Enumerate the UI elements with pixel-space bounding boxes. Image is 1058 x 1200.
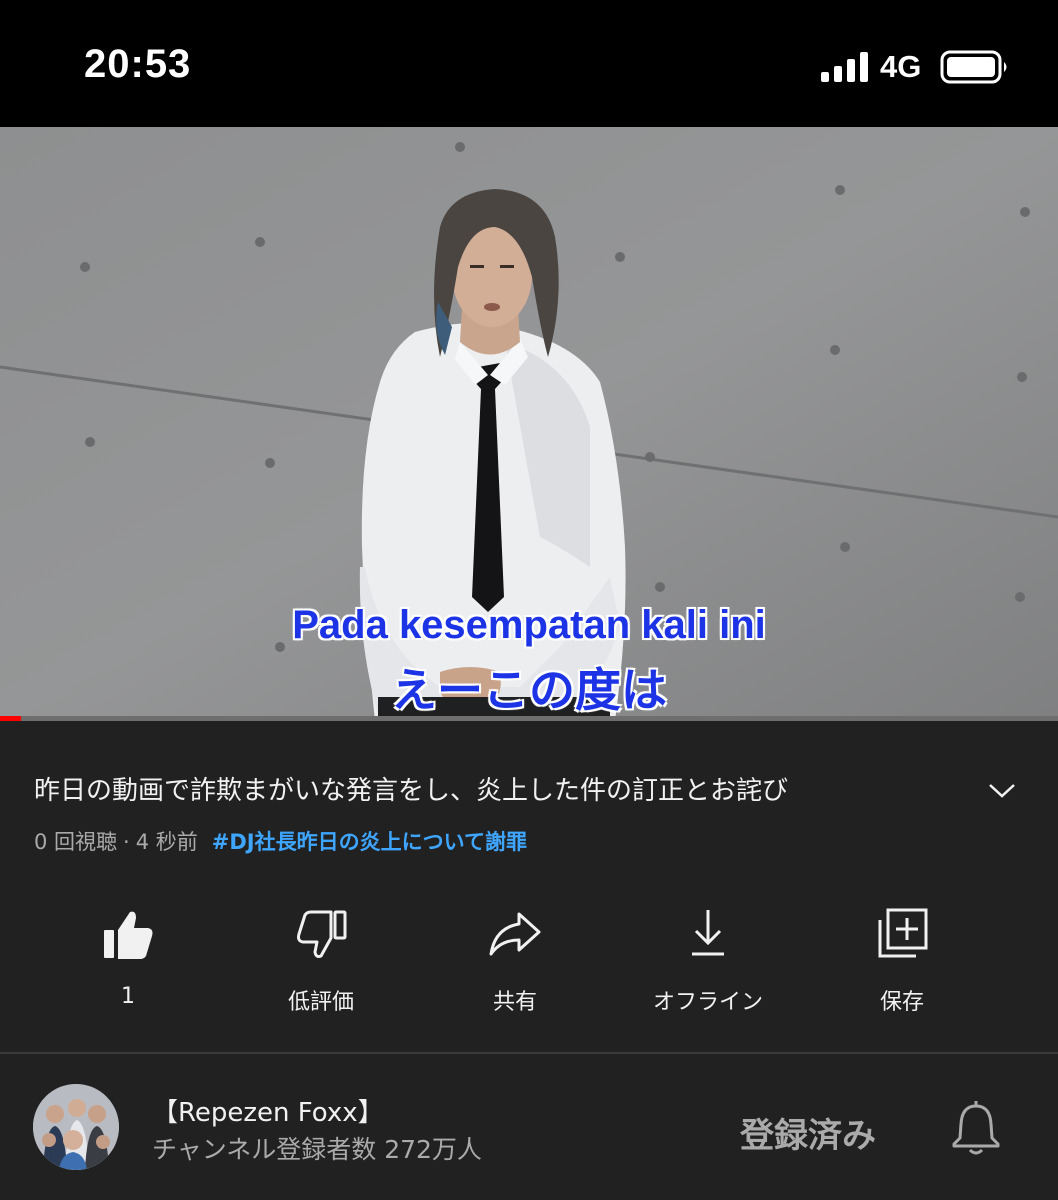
battery-icon <box>940 50 1007 84</box>
like-count: 1 <box>121 984 135 1009</box>
hashtag-link[interactable]: #DJ社長昨日の炎上について謝罪 <box>212 830 527 854</box>
subscriber-count: チャンネル登録者数 272万人 <box>152 1135 482 1164</box>
share-button[interactable]: 共有 <box>425 900 605 1020</box>
like-button[interactable]: 1 <box>38 900 218 1020</box>
meta-separator: · <box>123 830 130 854</box>
status-time: 20:53 <box>84 42 192 86</box>
video-metadata: 0 回視聴 · 4 秒前 #DJ社長昨日の炎上について謝罪 <box>34 826 533 856</box>
signal-icon <box>821 52 868 82</box>
action-bar: 1 低評価 共有 オフライン 保存 <box>0 900 1058 1020</box>
avatar-image <box>33 1084 119 1170</box>
upload-age: 4 秒前 <box>135 830 198 854</box>
video-title[interactable]: 昨日の動画で詐欺まがいな発言をし、炎上した件の訂正とお詫び <box>34 770 934 807</box>
download-button[interactable]: オフライン <box>618 900 798 1020</box>
video-player[interactable]: Pada kesempatan kali ini えーこの度は <box>0 127 1058 721</box>
progress-bar[interactable] <box>0 716 1058 721</box>
save-button[interactable]: 保存 <box>812 900 992 1020</box>
progress-fill <box>0 716 21 721</box>
save-label: 保存 <box>879 990 924 1015</box>
subscribed-button[interactable]: 登録済み <box>740 1108 876 1157</box>
channel-name[interactable]: 【Repezen Foxx】 <box>152 1092 384 1129</box>
download-label: オフライン <box>652 990 763 1015</box>
dislike-button[interactable]: 低評価 <box>231 900 411 1020</box>
view-count: 0 回視聴 <box>34 830 118 854</box>
subtitle-line-2: えーこの度は <box>391 663 667 717</box>
subtitle-line-1: Pada kesempatan kali ini <box>292 603 766 647</box>
download-icon <box>692 910 724 956</box>
dislike-label: 低評価 <box>287 990 354 1015</box>
divider <box>0 1052 1058 1054</box>
share-icon <box>489 912 541 956</box>
network-label: 4G <box>880 49 922 84</box>
status-bar: 20:53 4G <box>0 0 1058 127</box>
bell-icon[interactable] <box>950 1100 1002 1156</box>
save-playlist-icon <box>878 908 928 958</box>
chevron-down-icon[interactable] <box>986 779 1018 801</box>
avatar[interactable] <box>33 1084 119 1170</box>
share-label: 共有 <box>492 990 537 1015</box>
thumbs-up-icon <box>104 911 153 959</box>
thumbs-down-icon <box>297 910 347 958</box>
